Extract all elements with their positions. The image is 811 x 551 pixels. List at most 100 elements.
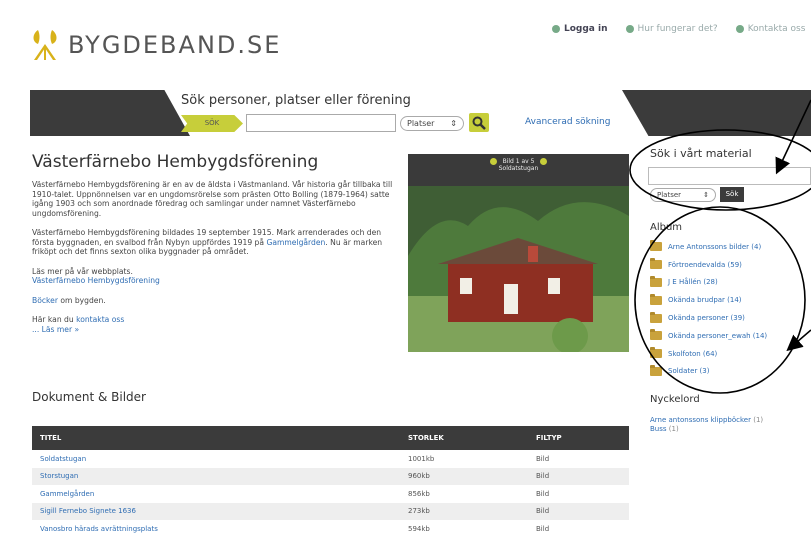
folder-icon (650, 311, 662, 323)
intro-paragraph-2: Västerfärnebo Hembygdsförening bildades … (32, 228, 383, 256)
sidebar-search-button[interactable]: Sök (720, 187, 744, 202)
contact-link[interactable]: Kontakta oss (735, 24, 805, 34)
select-arrows-icon: ⇕ (703, 191, 709, 199)
intro-paragraph-1: Västerfärnebo Hembygdsförening är en av … (32, 180, 393, 218)
table-row: Gammelgården 856kb Bild (32, 485, 629, 503)
site-logo[interactable]: BYGDEBAND.SE (30, 28, 281, 62)
column-title[interactable]: TITEL (32, 426, 400, 450)
album-link[interactable]: Okända personer_ewah (14) (668, 332, 767, 340)
login-icon (552, 25, 560, 33)
documents-table: TITEL STORLEK FILTYP Soldatstugan 1001kb B… (32, 426, 629, 538)
header-band-right (622, 90, 811, 136)
folder-icon (650, 258, 662, 270)
document-size: 1001kb (408, 454, 435, 463)
album-link[interactable]: Skolfoton (64) (668, 350, 717, 358)
document-size: 594kb (408, 524, 430, 533)
table-row: Storstugan 960kb Bild (32, 467, 629, 485)
select-arrows-icon: ⇕ (450, 119, 457, 128)
sidebar-search-title: Sök i vårt material (650, 147, 752, 160)
document-size: 856kb (408, 489, 430, 498)
page-title: Västerfärnebo Hembygdsförening (32, 152, 319, 172)
how-it-works-link[interactable]: Hur fungerar det? (625, 24, 718, 34)
table-header-row: TITEL STORLEK FILTYP (32, 426, 629, 450)
site-name: BYGDEBAND.SE (68, 31, 282, 59)
folder-icon (650, 329, 662, 341)
album-link[interactable]: J E Hållén (28) (668, 278, 718, 286)
column-size[interactable]: STORLEK (400, 426, 528, 450)
album-link[interactable]: Okända brudpar (14) (668, 296, 742, 304)
read-more-paragraph: Läs mer på vår webbplats. Västerfärnebo H… (32, 266, 160, 286)
magnifier-icon (472, 116, 486, 130)
top-links: Logga in Hur fungerar det? Kontakta oss (552, 24, 805, 34)
list-item[interactable]: Okända personer (39) (650, 309, 810, 327)
documents-heading: Dokument & Bilder (32, 390, 146, 404)
contact-icon (735, 25, 744, 33)
document-link[interactable]: Vanosbro härads avrättningsplats (40, 525, 158, 533)
list-item[interactable]: J E Hållén (28) (650, 274, 810, 292)
list-item[interactable]: Soldater (3) (650, 363, 810, 381)
website-link[interactable]: Västerfärnebo Hembygdsförening (32, 276, 160, 285)
album-heading: Album (650, 222, 683, 233)
document-link[interactable]: Gammelgården (40, 490, 94, 498)
info-icon (625, 25, 634, 33)
search-title: Sök personer, platser eller förening (181, 93, 411, 108)
keyword-link[interactable]: Arne antonssons klippböcker (650, 416, 751, 424)
document-type: Bild (536, 524, 550, 533)
folder-icon (650, 293, 662, 305)
read-more-link[interactable]: ... Läs mer » (32, 325, 79, 334)
next-image-icon[interactable] (540, 158, 548, 165)
list-item[interactable]: Okända brudpar (14) (650, 291, 810, 309)
folder-icon (650, 275, 662, 287)
list-item[interactable]: Okända personer_ewah (14) (650, 327, 810, 345)
keywords-heading: Nyckelord (650, 394, 700, 405)
document-link[interactable]: Storstugan (40, 472, 78, 480)
folder-icon (650, 364, 662, 376)
keyword-link[interactable]: Buss (650, 425, 667, 433)
image-counter: Bild 1 av 5 (502, 158, 535, 165)
books-paragraph: Böcker om bygden. (32, 295, 106, 305)
table-row: Vanosbro härads avrättningsplats 594kb Bil… (32, 520, 629, 538)
folder-icon (650, 347, 662, 359)
keyword-count: (1) (753, 416, 764, 424)
album-link[interactable]: Förtroendevalda (59) (668, 261, 742, 269)
image-caption: Soldatstugan (498, 165, 539, 172)
document-type: Bild (536, 454, 550, 463)
image-gallery: Bild 1 av 5 Soldatstugan (408, 154, 629, 352)
keyword-count: (1) (668, 425, 679, 433)
document-size: 273kb (400, 502, 528, 520)
table-row: Soldatstugan 1001kb Bild (32, 450, 629, 468)
intro-text: Västerfärnebo Hembygdsförening är en av … (32, 180, 398, 344)
search-arrow-label: SÖK (181, 115, 243, 132)
table-row: Sigill Fernebo Signete 1636 273kb Bild (32, 502, 629, 520)
contact-paragraph: Här kan du kontakta oss... Läs mer » (32, 315, 125, 334)
gallery-caption: Bild 1 av 5 Soldatstugan (408, 158, 629, 172)
document-type: Bild (536, 489, 550, 498)
keywords-list: Arne antonssons klippböcker (1) Buss (1) (650, 416, 811, 434)
list-item[interactable]: Förtroendevalda (59) (650, 256, 810, 274)
column-type[interactable]: FILTYP (528, 426, 629, 450)
document-type: Bild (528, 502, 629, 520)
advanced-search-link[interactable]: Avancerad sökning (525, 117, 610, 127)
album-link[interactable]: Arne Antonssons bilder (4) (668, 243, 761, 251)
books-link[interactable]: Böcker (32, 296, 58, 305)
prev-image-icon[interactable] (489, 158, 497, 165)
search-button[interactable] (469, 113, 489, 132)
login-link[interactable]: Logga in (552, 24, 608, 34)
header-band-left (30, 90, 190, 136)
logo-icon (30, 28, 60, 62)
document-link[interactable]: Sigill Fernebo Signete 1636 (40, 507, 136, 515)
sidebar-search-input[interactable] (648, 167, 811, 185)
album-link[interactable]: Soldater (3) (668, 367, 709, 375)
gammelgarden-link[interactable]: Gammelgården (266, 238, 325, 247)
list-item[interactable]: Skolfoton (64) (650, 345, 810, 363)
gallery-photo[interactable] (408, 186, 629, 352)
album-link[interactable]: Okända personer (39) (668, 314, 745, 322)
list-item[interactable]: Arne Antonssons bilder (4) (650, 238, 810, 256)
search-type-select[interactable]: Platser ⇕ (400, 116, 464, 131)
document-link[interactable]: Soldatstugan (40, 455, 86, 463)
search-input[interactable] (246, 114, 396, 132)
document-size: 960kb (400, 467, 528, 485)
contact-us-link[interactable]: kontakta oss (76, 315, 124, 324)
album-list: Arne Antonssons bilder (4) Förtroendeval… (650, 238, 810, 380)
sidebar-type-select[interactable]: Platser ⇕ (650, 188, 716, 202)
